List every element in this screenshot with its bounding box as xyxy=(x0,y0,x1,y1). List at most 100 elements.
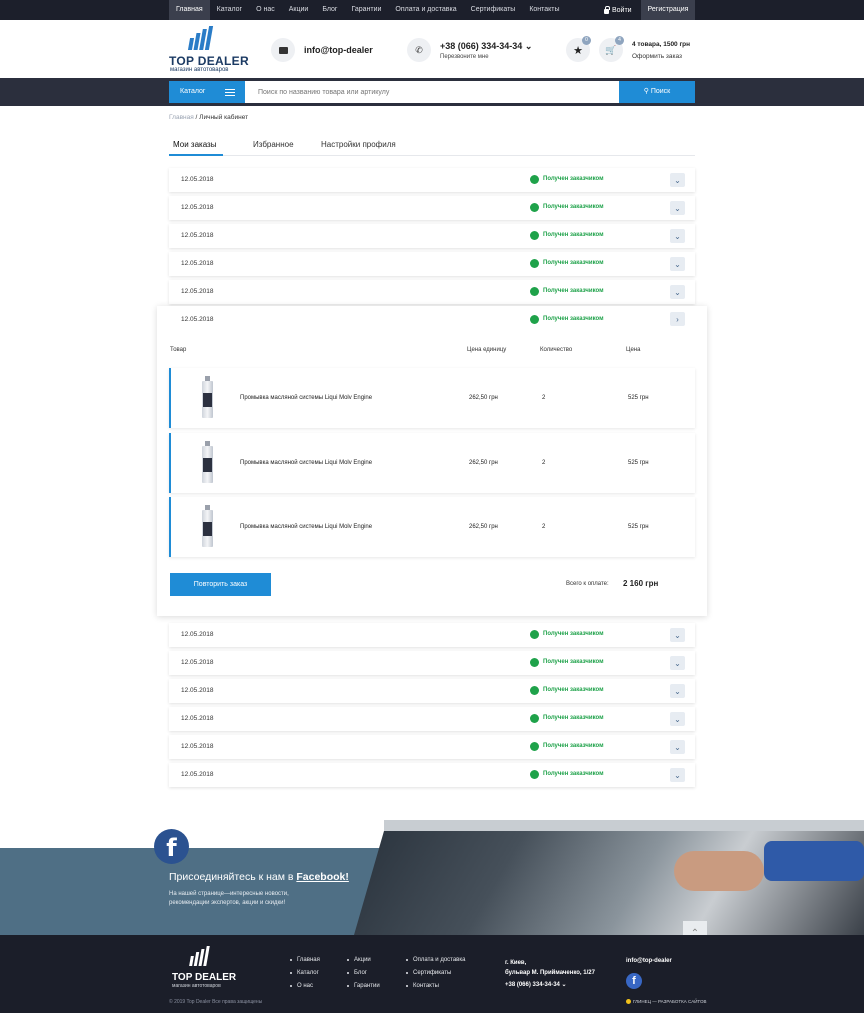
order-status: Получен заказчиком xyxy=(543,743,604,749)
header-phone[interactable]: +38 (066) 334-34-34 ⌄ xyxy=(440,41,532,52)
nav-delivery[interactable]: Оплата и доставка xyxy=(388,0,463,20)
order-status: Получен заказчиком xyxy=(543,176,604,182)
facebook-text: На нашей странице—интересные новости, ре… xyxy=(169,891,289,906)
footer-logo-name: TOP DEALER xyxy=(172,972,237,983)
register-button[interactable]: Регистрация xyxy=(641,0,695,20)
product-image[interactable] xyxy=(202,376,213,418)
footer-logo[interactable]: TOP DEALER магазин автотоваров xyxy=(172,946,237,990)
order-status: Получен заказчиком xyxy=(543,687,604,693)
footer-link[interactable]: Главная xyxy=(290,957,320,970)
search-icon: ⚲ xyxy=(643,88,649,95)
footer-link[interactable]: Сертификаты xyxy=(406,970,465,983)
facebook-icon[interactable]: f xyxy=(626,973,642,989)
footer-phone[interactable]: +38 (066) 334-34-34 ⌄ xyxy=(505,981,567,988)
order-status: Получен заказчиком xyxy=(543,288,604,294)
checkout-link[interactable]: Оформить заказ xyxy=(632,53,682,60)
order-status: Получен заказчиком xyxy=(543,771,604,777)
nav-promo[interactable]: Акции xyxy=(282,0,316,20)
breadcrumb-home[interactable]: Главная xyxy=(169,114,194,121)
order-expanded: 12.05.2018 Получен заказчиком › Товар Це… xyxy=(157,306,707,616)
header-email[interactable]: info@top-dealer xyxy=(304,45,373,55)
logo-bars-icon xyxy=(189,946,212,966)
chevron-down-icon[interactable]: ⌄ xyxy=(670,628,685,642)
order-row[interactable]: 12.05.2018 Получен заказчиком ⌄ xyxy=(169,252,695,276)
product-name[interactable]: Промывка масляной системы Liqui Molv Eng… xyxy=(240,460,372,466)
status-dot xyxy=(530,742,539,751)
col-price: Цена xyxy=(626,347,641,353)
order-row[interactable]: 12.05.2018 Получен заказчиком ⌄ xyxy=(169,168,695,192)
order-date: 12.05.2018 xyxy=(181,260,214,267)
order-row[interactable]: 12.05.2018 Получен заказчиком ⌄ xyxy=(169,623,695,647)
chevron-down-icon[interactable]: ⌄ xyxy=(670,712,685,726)
catalog-label: Каталог xyxy=(180,88,206,95)
quantity: 2 xyxy=(542,395,546,401)
chevron-down-icon[interactable]: ⌄ xyxy=(670,768,685,782)
tab-profile-settings[interactable]: Настройки профиля xyxy=(321,140,396,149)
product-image[interactable] xyxy=(202,505,213,547)
footer-link[interactable]: Блог xyxy=(347,970,380,983)
facebook-link[interactable]: Facebook! xyxy=(296,871,349,883)
nav-about[interactable]: О нас xyxy=(249,0,282,20)
nav-catalog[interactable]: Каталог xyxy=(210,0,249,20)
logo[interactable]: TOP DEALER магазин автотоваров xyxy=(169,26,249,74)
unit-price: 262,50 грн xyxy=(469,460,498,466)
product-name[interactable]: Промывка масляной системы Liqui Molv Eng… xyxy=(240,524,372,530)
developer-credit[interactable]: ГЛИНЕЦ — РАЗРАБОТКА САЙТОВ xyxy=(626,999,706,1004)
callback-link[interactable]: Перезвоните мне xyxy=(440,54,489,60)
chevron-down-icon[interactable]: ⌄ xyxy=(670,257,685,271)
order-row[interactable]: 12.05.2018 Получен заказчиком ⌄ xyxy=(169,280,695,304)
product-image[interactable] xyxy=(202,441,213,483)
top-nav: Главная Каталог О нас Акции Блог Гаранти… xyxy=(169,0,567,20)
cart-badge: 4 xyxy=(615,36,624,45)
order-row[interactable]: 12.05.2018 Получен заказчиком ⌄ xyxy=(169,196,695,220)
status-dot xyxy=(530,259,539,268)
order-status: Получен заказчиком xyxy=(543,659,604,665)
chevron-right-icon[interactable]: › xyxy=(670,312,685,326)
order-date: 12.05.2018 xyxy=(181,316,214,323)
facebook-icon[interactable]: f xyxy=(154,829,189,864)
footer-link[interactable]: О нас xyxy=(290,983,320,996)
chevron-down-icon[interactable]: ⌄ xyxy=(670,656,685,670)
logo-subtitle: магазин автотоваров xyxy=(170,67,229,73)
order-row[interactable]: 12.05.2018 Получен заказчиком ⌄ xyxy=(169,763,695,787)
order-row[interactable]: 12.05.2018 Получен заказчиком ⌄ xyxy=(169,735,695,759)
footer-link[interactable]: Каталог xyxy=(290,970,320,983)
footer-address: г. Киев, бульвар М. Приймаченко, 1/27 xyxy=(505,958,595,978)
footer-link[interactable]: Оплата и доставка xyxy=(406,957,465,970)
tab-favorites[interactable]: Избранное xyxy=(253,140,294,149)
footer-link[interactable]: Гарантии xyxy=(347,983,380,996)
chevron-down-icon[interactable]: ⌄ xyxy=(670,201,685,215)
search-input[interactable] xyxy=(245,81,619,103)
chevron-down-icon[interactable]: ⌄ xyxy=(670,173,685,187)
nav-warranty[interactable]: Гарантии xyxy=(344,0,388,20)
footer-link[interactable]: Контакты xyxy=(406,983,465,996)
chevron-down-icon[interactable]: ⌄ xyxy=(670,684,685,698)
order-row[interactable]: 12.05.2018 Получен заказчиком ⌄ xyxy=(169,679,695,703)
nav-contacts[interactable]: Контакты xyxy=(522,0,566,20)
product-name[interactable]: Промывка масляной системы Liqui Molv Eng… xyxy=(240,395,372,401)
footer-link[interactable]: Акции xyxy=(347,957,380,970)
nav-blog[interactable]: Блог xyxy=(315,0,344,20)
col-unit-price: Цена единицу xyxy=(467,347,507,353)
catalog-button[interactable]: Каталог xyxy=(169,81,245,103)
chevron-down-icon[interactable]: ⌄ xyxy=(670,229,685,243)
status-dot xyxy=(530,287,539,296)
order-item: Промывка масляной системы Liqui Molv Eng… xyxy=(169,433,695,493)
order-date: 12.05.2018 xyxy=(181,232,214,239)
address-street: бульвар М. Приймаченко, 1/27 xyxy=(505,970,595,976)
nav-certificates[interactable]: Сертификаты xyxy=(464,0,523,20)
tab-my-orders[interactable]: Мои заказы xyxy=(173,140,216,149)
nav-home[interactable]: Главная xyxy=(169,0,210,20)
order-row[interactable]: 12.05.2018 Получен заказчиком ⌄ xyxy=(169,707,695,731)
chevron-down-icon[interactable]: ⌄ xyxy=(670,740,685,754)
chevron-down-icon[interactable]: ⌄ xyxy=(670,285,685,299)
phone-number: +38 (066) 334-34-34 xyxy=(440,41,523,51)
order-row[interactable]: 12.05.2018 Получен заказчиком ⌄ xyxy=(169,651,695,675)
login-link[interactable]: Войти xyxy=(598,0,638,20)
login-label: Войти xyxy=(612,6,632,14)
footer-email[interactable]: info@top-dealer xyxy=(626,958,672,964)
repeat-order-button[interactable]: Повторить заказ xyxy=(170,573,271,596)
order-row[interactable]: 12.05.2018 Получен заказчиком ⌄ xyxy=(169,224,695,248)
search-button[interactable]: ⚲ Поиск xyxy=(619,81,695,103)
email-icon xyxy=(271,38,295,62)
